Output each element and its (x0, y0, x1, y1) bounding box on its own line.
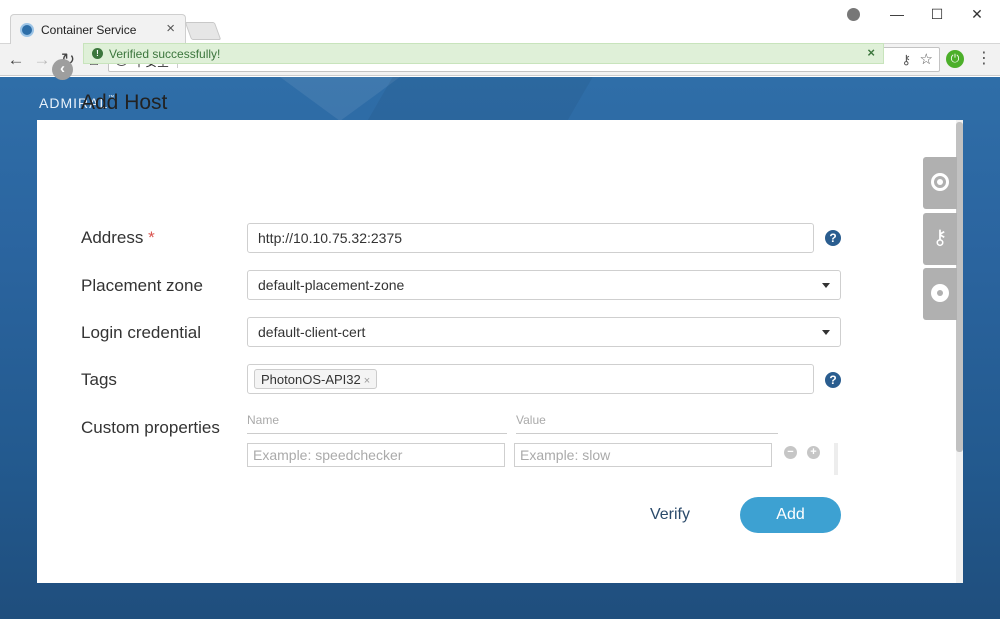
login-credential-label: Login credential (81, 323, 202, 342)
login-credential-select[interactable]: default-client-cert (247, 317, 841, 347)
custom-properties-label: Custom properties (81, 418, 220, 437)
add-property-icon[interactable]: + (807, 446, 820, 459)
side-tab-credentials[interactable]: ⚷ (923, 213, 957, 265)
exclamation-icon: ! (92, 48, 103, 59)
property-name-input[interactable]: Example: speedchecker (247, 443, 505, 467)
back-circle-icon[interactable]: ‹ (52, 59, 73, 80)
user-profile-icon[interactable] (838, 6, 868, 24)
tab-close-icon[interactable]: × (166, 20, 175, 37)
minimize-button[interactable]: — (882, 6, 912, 24)
success-alert: ! Verified successfully! × (83, 43, 884, 64)
new-tab-button[interactable] (184, 22, 222, 40)
extension-icon[interactable]: ⏻ (946, 50, 964, 68)
target-icon (931, 173, 949, 191)
tab-title: Container Service (41, 23, 137, 37)
menu-icon[interactable]: ⋮ (976, 48, 992, 68)
required-marker: * (148, 228, 155, 247)
address-input[interactable]: http://10.10.75.32:2375 (247, 223, 814, 253)
back-arrow-icon[interactable]: ← (6, 50, 26, 70)
tags-label: Tags (81, 370, 117, 389)
close-window-button[interactable]: ✕ (962, 6, 992, 24)
key-icon: ⚷ (932, 227, 948, 249)
browser-tab[interactable]: Container Service × (10, 14, 186, 44)
address-label-text: Address (81, 228, 144, 247)
maximize-button[interactable]: ☐ (922, 6, 952, 24)
verify-button[interactable]: Verify (636, 497, 704, 533)
address-help-icon[interactable]: ? (825, 230, 841, 246)
admiral-app: ADMIRAL™ (0, 77, 1000, 619)
gear-icon (931, 284, 949, 302)
login-credential-value: default-client-cert (258, 324, 366, 340)
side-tab-placements[interactable] (923, 157, 957, 209)
remove-property-icon[interactable]: − (784, 446, 797, 459)
add-button[interactable]: Add (740, 497, 841, 533)
panel-scrollbar[interactable] (956, 120, 963, 583)
placement-zone-value: default-placement-zone (258, 277, 405, 293)
caret-down-icon (822, 330, 830, 335)
star-icon[interactable]: ☆ (920, 50, 933, 68)
caret-down-icon (822, 283, 830, 288)
header-underline (516, 433, 778, 434)
browser-titlebar: Container Service × — ☐ ✕ (0, 0, 1000, 44)
tags-help-icon[interactable]: ? (825, 372, 841, 388)
container-service-favicon-icon (20, 23, 34, 37)
properties-scroll-rail (834, 443, 838, 475)
tags-input[interactable]: PhotonOS-API32 × (247, 364, 814, 394)
side-tab-certificates[interactable] (923, 268, 957, 320)
address-label: Address * (81, 228, 155, 248)
header-underline (247, 433, 507, 434)
scrollbar-thumb[interactable] (956, 122, 963, 452)
tag-remove-icon[interactable]: × (364, 375, 370, 387)
property-value-input[interactable]: Example: slow (514, 443, 772, 467)
alert-message: Verified successfully! (109, 47, 221, 61)
tag-chip-label: PhotonOS-API32 (261, 372, 361, 387)
placement-zone-select[interactable]: default-placement-zone (247, 270, 841, 300)
forward-arrow-icon[interactable]: → (32, 50, 52, 70)
tag-chip[interactable]: PhotonOS-API32 × (254, 369, 378, 389)
placement-zone-label: Placement zone (81, 276, 203, 295)
property-value-header: Value (516, 413, 546, 427)
header-decoration (367, 77, 593, 121)
alert-close-icon[interactable]: × (867, 45, 875, 60)
page-title: Add Host (81, 91, 168, 114)
key-icon[interactable]: ⚷ (901, 52, 911, 68)
property-name-header: Name (247, 413, 280, 427)
